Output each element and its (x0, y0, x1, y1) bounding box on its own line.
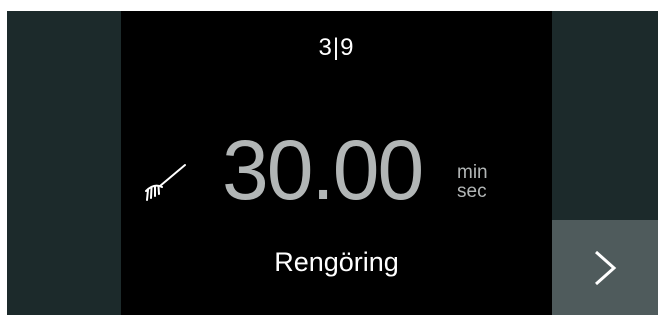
step-counter: 3|9 (318, 34, 355, 61)
chevron-right-icon (595, 250, 617, 285)
unit-min-label: min (457, 162, 488, 183)
program-name: Rengöring (274, 247, 399, 277)
timer-units: min sec (457, 163, 488, 201)
next-button[interactable] (552, 220, 658, 315)
timer-value: 30.00 (222, 123, 424, 217)
unit-sec-label: sec (457, 181, 487, 202)
right-side-panel (552, 11, 658, 220)
left-side-panel (7, 11, 121, 315)
brush-icon (145, 164, 186, 201)
